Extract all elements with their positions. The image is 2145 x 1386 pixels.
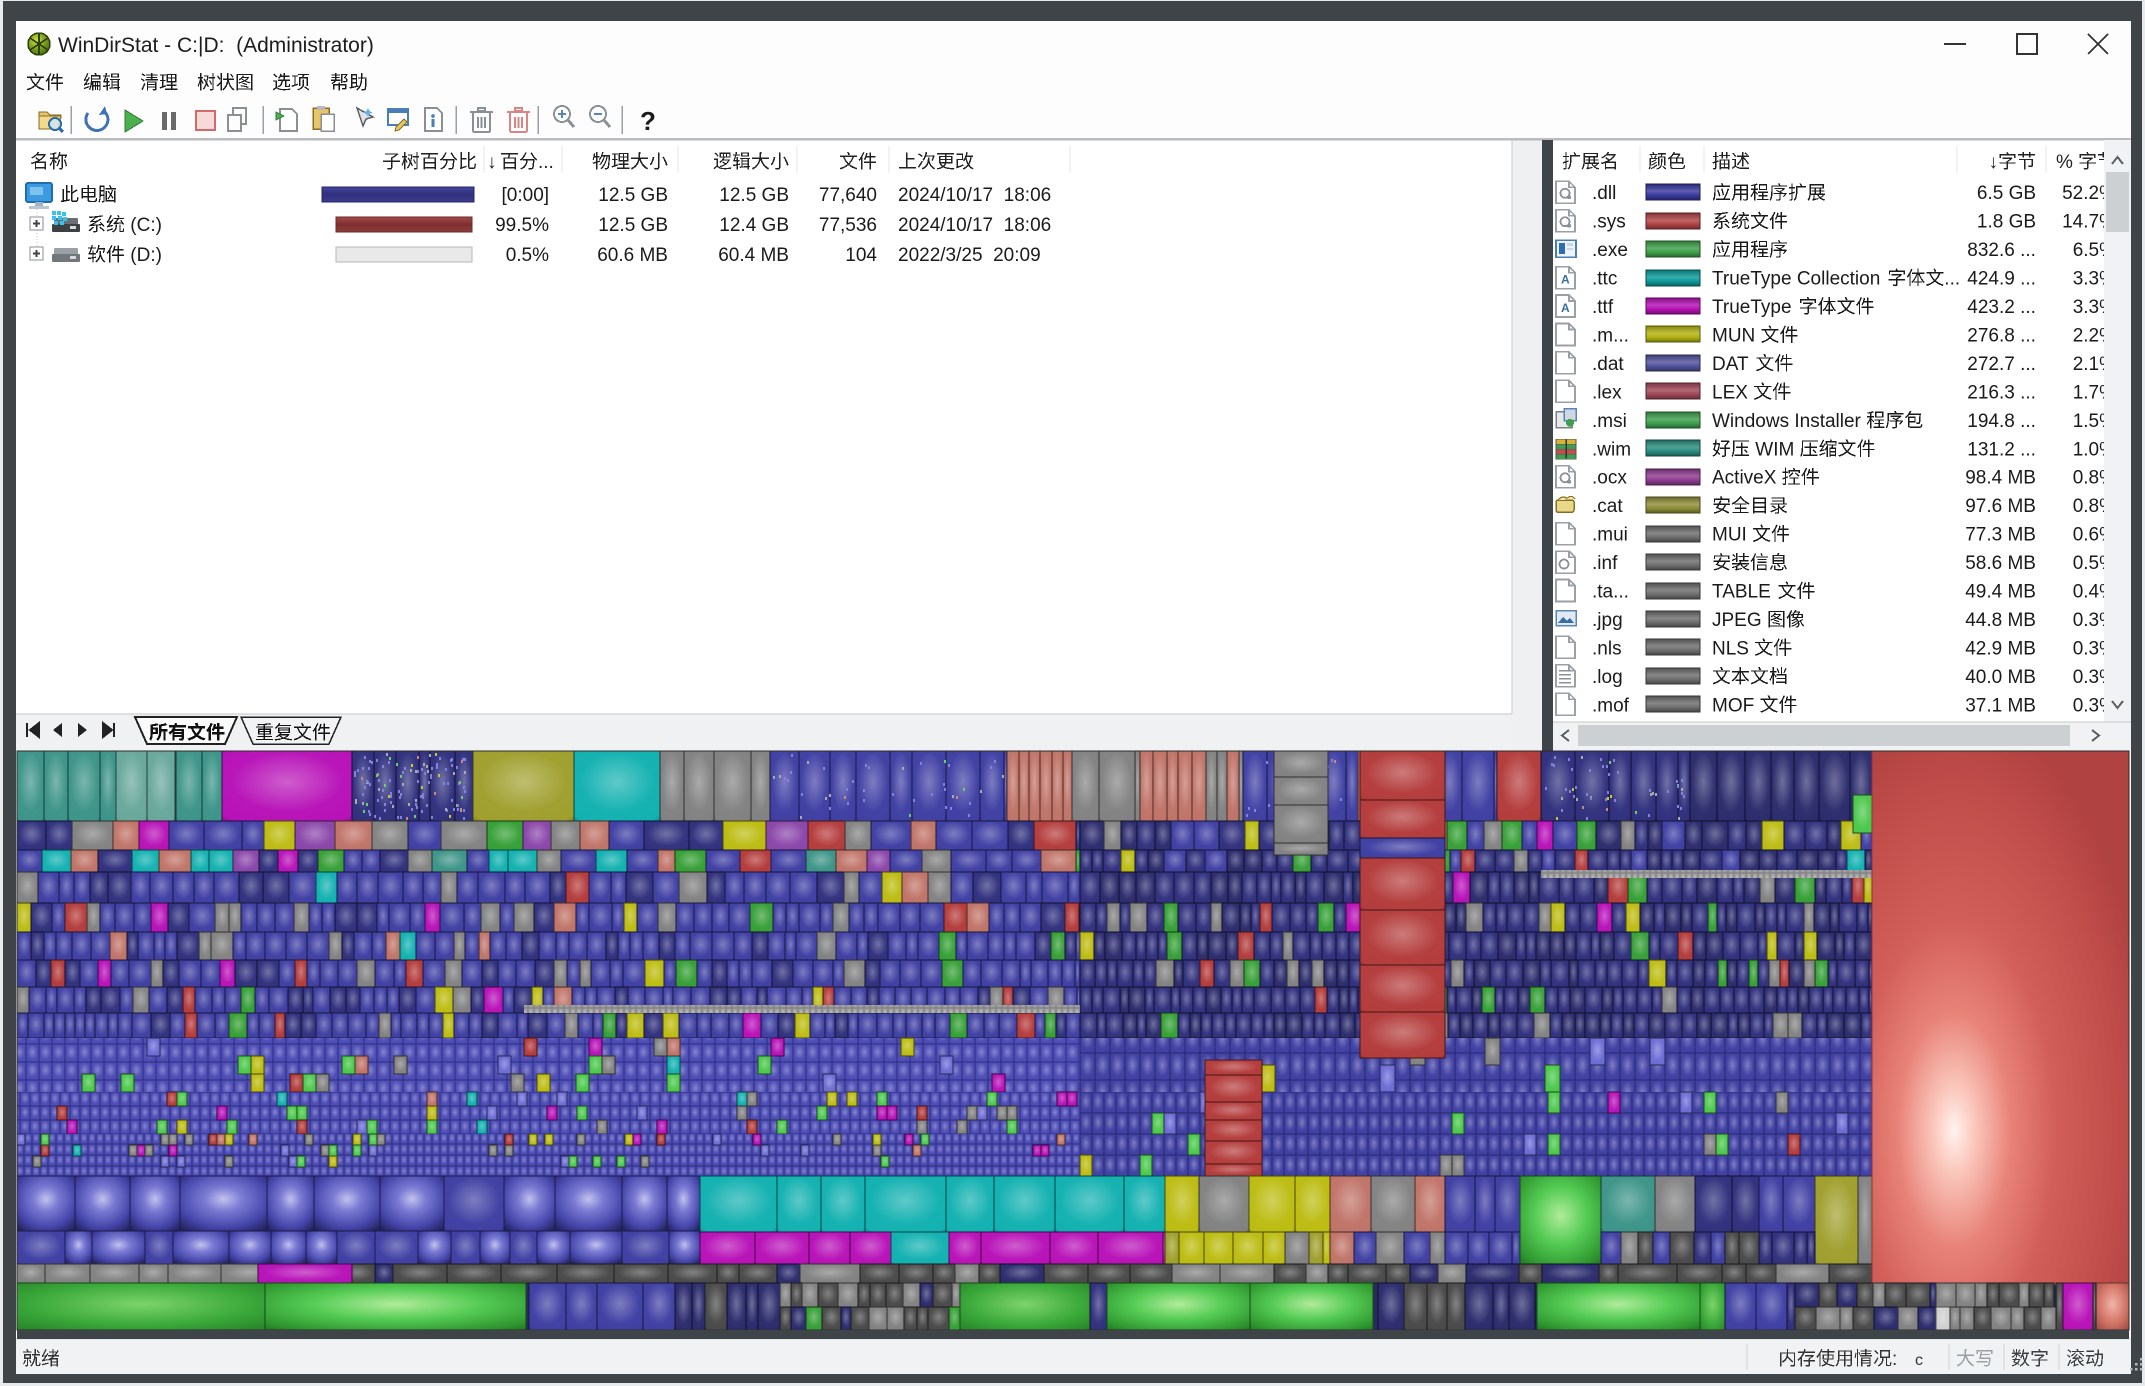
svg-text:Windows Installer: Windows Installer: [1712, 411, 1866, 432]
svg-text:NLS: NLS: [1712, 638, 1754, 659]
svg-text:99.5%: 99.5%: [495, 215, 549, 236]
svg-text:42.9 MB: 42.9 MB: [1965, 638, 2036, 659]
svg-text:TrueType Collection: TrueType Collection: [1712, 269, 1886, 290]
svg-text:.lex: .lex: [1592, 382, 1622, 403]
svg-text:60.6 MB: 60.6 MB: [597, 245, 668, 266]
svg-text:12.4 GB: 12.4 GB: [719, 215, 789, 236]
svg-text:.mof: .mof: [1592, 695, 1630, 716]
svg-text:98.4 MB: 98.4 MB: [1965, 468, 2036, 489]
svg-text:?: ?: [640, 106, 656, 136]
svg-text:A: A: [1561, 273, 1570, 287]
svg-text:60.4 MB: 60.4 MB: [718, 245, 789, 266]
svg-text:...: ...: [538, 152, 554, 173]
svg-text:LEX: LEX: [1712, 382, 1753, 403]
svg-text:.ttf: .ttf: [1592, 297, 1614, 318]
svg-text:.dll: .dll: [1592, 183, 1616, 204]
svg-text:423.2 ...: 423.2 ...: [1967, 297, 2036, 318]
svg-text:12.5 GB: 12.5 GB: [598, 215, 668, 236]
svg-text:.nls: .nls: [1592, 638, 1622, 659]
svg-text:c: c: [1915, 1352, 1923, 1369]
svg-text:37.1 MB: 37.1 MB: [1965, 695, 2036, 716]
svg-text:.dat: .dat: [1592, 354, 1624, 375]
svg-text:(D:): (D:): [125, 245, 162, 266]
svg-text:77,536: 77,536: [819, 215, 877, 236]
svg-text:276.8 ...: 276.8 ...: [1967, 326, 2036, 347]
svg-text:WinDirStat - C:|D: (Administr: WinDirStat - C:|D: (Administrator): [58, 34, 374, 57]
svg-text:.msi: .msi: [1592, 411, 1627, 432]
svg-text:↓: ↓: [487, 152, 497, 173]
svg-text:12.5 GB: 12.5 GB: [598, 185, 668, 206]
svg-text:JPEG: JPEG: [1712, 610, 1767, 631]
svg-text:12.5 GB: 12.5 GB: [719, 185, 789, 206]
svg-text:%: %: [2056, 152, 2078, 173]
svg-text:0.5%: 0.5%: [506, 245, 549, 266]
svg-text:A: A: [1561, 301, 1570, 315]
svg-text:[0:00]: [0:00]: [502, 185, 550, 206]
svg-text:49.4 MB: 49.4 MB: [1965, 582, 2036, 603]
svg-text:.mui: .mui: [1592, 525, 1628, 546]
svg-text:.ocx: .ocx: [1592, 468, 1627, 489]
svg-text:.ttc: .ttc: [1592, 269, 1617, 290]
svg-text:.inf: .inf: [1592, 553, 1618, 574]
svg-text:...: ...: [1944, 269, 1960, 290]
svg-text:MOF: MOF: [1712, 695, 1760, 716]
svg-text:2024/10/17 18:06: 2024/10/17 18:06: [898, 215, 1051, 236]
svg-text:97.6 MB: 97.6 MB: [1965, 496, 2036, 517]
svg-text:58.6 MB: 58.6 MB: [1965, 553, 2036, 574]
svg-text:40.0 MB: 40.0 MB: [1965, 667, 2036, 688]
svg-text:77,640: 77,640: [819, 185, 877, 206]
svg-text:↓: ↓: [1989, 152, 1999, 173]
svg-text:MUI: MUI: [1712, 525, 1752, 546]
svg-text:2024/10/17 18:06: 2024/10/17 18:06: [898, 185, 1051, 206]
svg-text:194.8 ...: 194.8 ...: [1967, 411, 2036, 432]
svg-text:(C:): (C:): [125, 215, 162, 236]
svg-text:ActiveX: ActiveX: [1712, 468, 1782, 489]
svg-text:MUN: MUN: [1712, 326, 1761, 347]
svg-text:TrueType: TrueType: [1712, 297, 1797, 318]
svg-text::: :: [1892, 1349, 1897, 1370]
svg-text:1.8 GB: 1.8 GB: [1977, 212, 2036, 233]
svg-text:DAT: DAT: [1712, 354, 1754, 375]
svg-text:44.8 MB: 44.8 MB: [1965, 610, 2036, 631]
svg-text:216.3 ...: 216.3 ...: [1967, 382, 2036, 403]
svg-text:77.3 MB: 77.3 MB: [1965, 525, 2036, 546]
svg-text:6.5 GB: 6.5 GB: [1977, 183, 2036, 204]
svg-text:WIM: WIM: [1750, 439, 1800, 460]
svg-text:272.7 ...: 272.7 ...: [1967, 354, 2036, 375]
svg-text:.sys: .sys: [1592, 212, 1626, 233]
svg-text:.cat: .cat: [1592, 496, 1623, 517]
svg-text:TABLE: TABLE: [1712, 582, 1776, 603]
svg-text:.wim: .wim: [1592, 439, 1631, 460]
svg-text:424.9 ...: 424.9 ...: [1967, 269, 2036, 290]
svg-text:.exe: .exe: [1592, 240, 1628, 261]
svg-text:.m...: .m...: [1592, 326, 1629, 347]
svg-text:832.6 ...: 832.6 ...: [1967, 240, 2036, 261]
svg-text:.log: .log: [1592, 667, 1623, 688]
svg-text:2022/3/25 20:09: 2022/3/25 20:09: [898, 245, 1041, 266]
svg-text:.ta...: .ta...: [1592, 582, 1629, 603]
svg-text:131.2 ...: 131.2 ...: [1967, 439, 2036, 460]
svg-text:.jpg: .jpg: [1592, 610, 1623, 631]
svg-text:104: 104: [845, 245, 877, 266]
